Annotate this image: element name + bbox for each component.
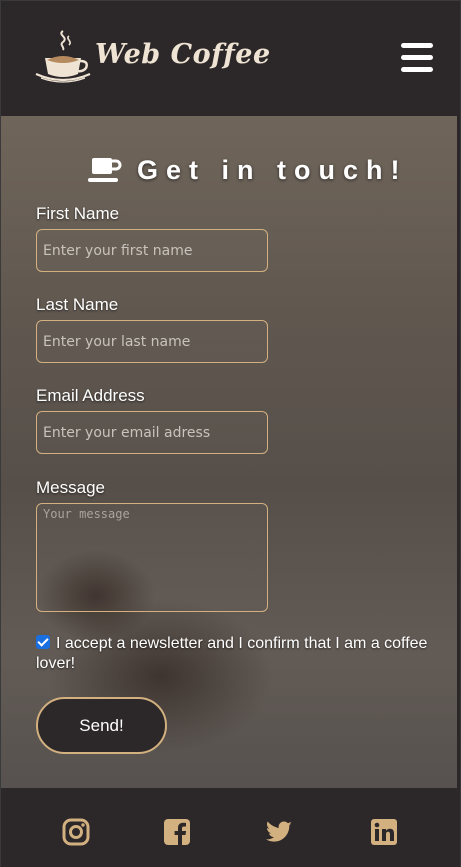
hamburger-menu-icon[interactable] [401, 43, 433, 73]
twitter-icon[interactable] [265, 818, 293, 846]
footer [1, 788, 460, 867]
message-textarea[interactable] [36, 503, 268, 612]
last-name-input[interactable] [36, 320, 268, 363]
message-label: Message [36, 478, 105, 497]
instagram-icon[interactable] [62, 818, 90, 846]
consent-text: I accept a newsletter and I confirm that… [36, 635, 428, 672]
page-title: Get in touch! [137, 154, 408, 185]
menu-bar [401, 67, 433, 72]
first-name-label: First Name [36, 204, 120, 223]
linkedin-icon[interactable] [370, 818, 398, 846]
header: Web Coffee [1, 1, 460, 116]
first-name-input[interactable] [36, 229, 268, 272]
email-input[interactable] [36, 411, 268, 454]
last-name-label: Last Name [36, 295, 119, 314]
coffee-cup-logo[interactable] [33, 28, 93, 86]
newsletter-consent: I accept a newsletter and I confirm that… [36, 634, 436, 674]
mug-icon [88, 158, 122, 182]
contact-section: Get in touch! First Name Last Name Email… [1, 116, 457, 788]
email-label: Email Address [36, 386, 145, 405]
facebook-icon[interactable] [163, 818, 191, 846]
menu-bar [401, 55, 433, 60]
brand-name[interactable]: Web Coffee [95, 39, 271, 70]
newsletter-checkbox[interactable] [36, 635, 50, 649]
form-heading: Get in touch! [87, 150, 407, 190]
send-button[interactable]: Send! [36, 697, 167, 754]
menu-bar [401, 43, 433, 48]
